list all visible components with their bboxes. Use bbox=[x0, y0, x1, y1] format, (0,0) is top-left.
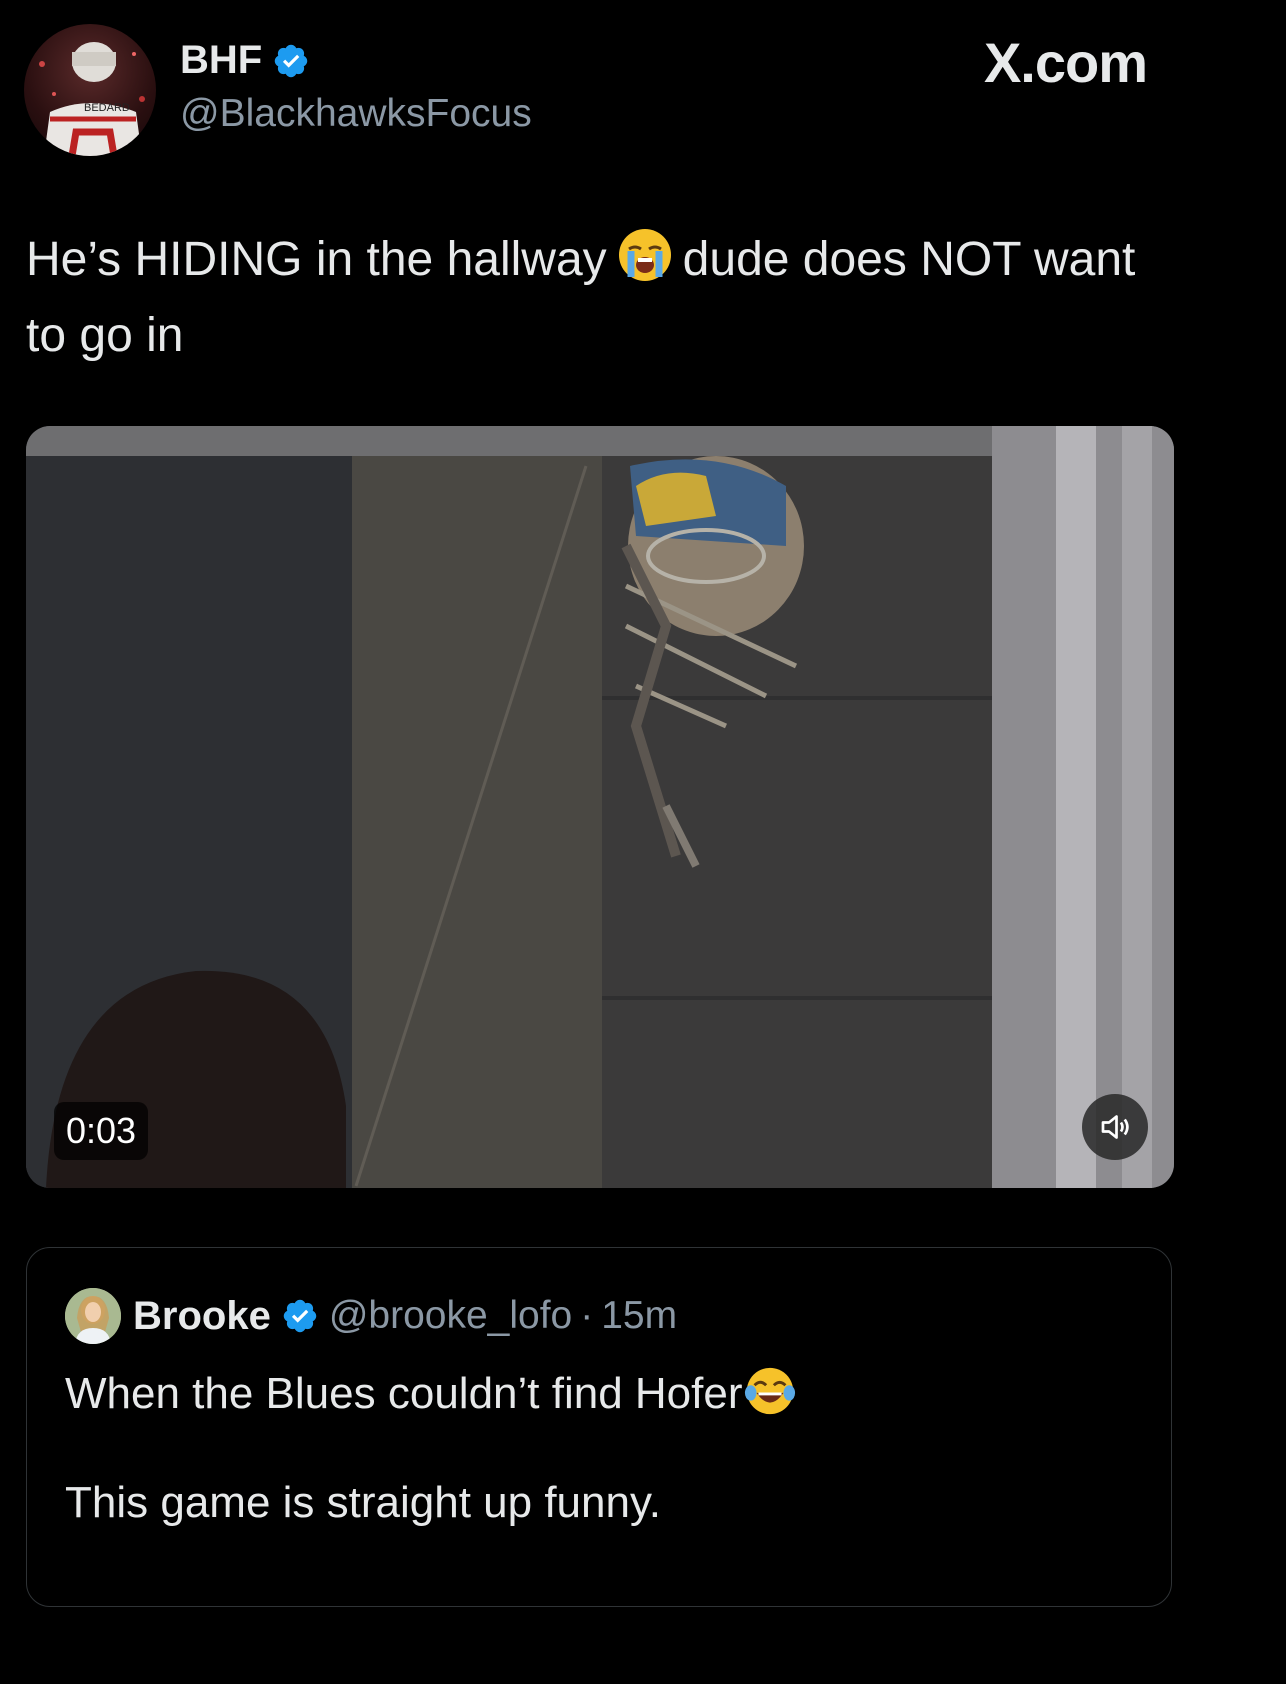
speaker-icon bbox=[1101, 1115, 1129, 1139]
quoted-tweet-header: Brooke @brooke_lofo · 15m bbox=[65, 1288, 677, 1344]
author-name-row: BHF bbox=[180, 38, 310, 83]
loudly-crying-face-icon bbox=[617, 227, 673, 302]
video-player[interactable]: 0:03 bbox=[26, 426, 1174, 1188]
quoted-tweet[interactable]: Brooke @brooke_lofo · 15m When the Blues… bbox=[26, 1247, 1172, 1607]
quoted-timestamp[interactable]: 15m bbox=[601, 1294, 677, 1338]
avatar-image: BEDARD bbox=[39, 42, 145, 156]
jersey-text: BEDARD bbox=[84, 102, 130, 114]
quoted-avatar-image bbox=[65, 1288, 121, 1344]
verified-badge-icon bbox=[274, 44, 308, 77]
verified-badge-icon bbox=[283, 1299, 317, 1333]
tweet-text-part1: He’s HIDING in the hallway bbox=[26, 233, 607, 286]
tweet-text: He’s HIDING in the hallway dude does NOT… bbox=[26, 226, 1156, 370]
separator-dot: · bbox=[580, 1294, 594, 1337]
author-handle[interactable]: @BlackhawksFocus bbox=[180, 92, 532, 136]
quoted-text: When the Blues couldn’t find Hofer bbox=[65, 1369, 743, 1418]
video-duration: 0:03 bbox=[54, 1102, 149, 1160]
quoted-text-line2: This game is straight up funny. bbox=[65, 1478, 661, 1527]
quoted-handle[interactable]: @brooke_lofo bbox=[329, 1294, 572, 1338]
video-frame bbox=[26, 426, 1174, 1188]
quoted-avatar[interactable] bbox=[65, 1288, 121, 1344]
quoted-display-name[interactable]: Brooke bbox=[133, 1294, 271, 1339]
author-avatar[interactable]: BEDARD bbox=[24, 24, 156, 156]
volume-button[interactable] bbox=[1082, 1094, 1148, 1160]
quoted-text-line1: When the Blues couldn’t find Hofer bbox=[65, 1364, 797, 1419]
site-label: X.com bbox=[983, 31, 1148, 94]
face-with-tears-of-joy-icon bbox=[744, 1367, 795, 1415]
author-display-name[interactable]: BHF bbox=[180, 38, 262, 83]
